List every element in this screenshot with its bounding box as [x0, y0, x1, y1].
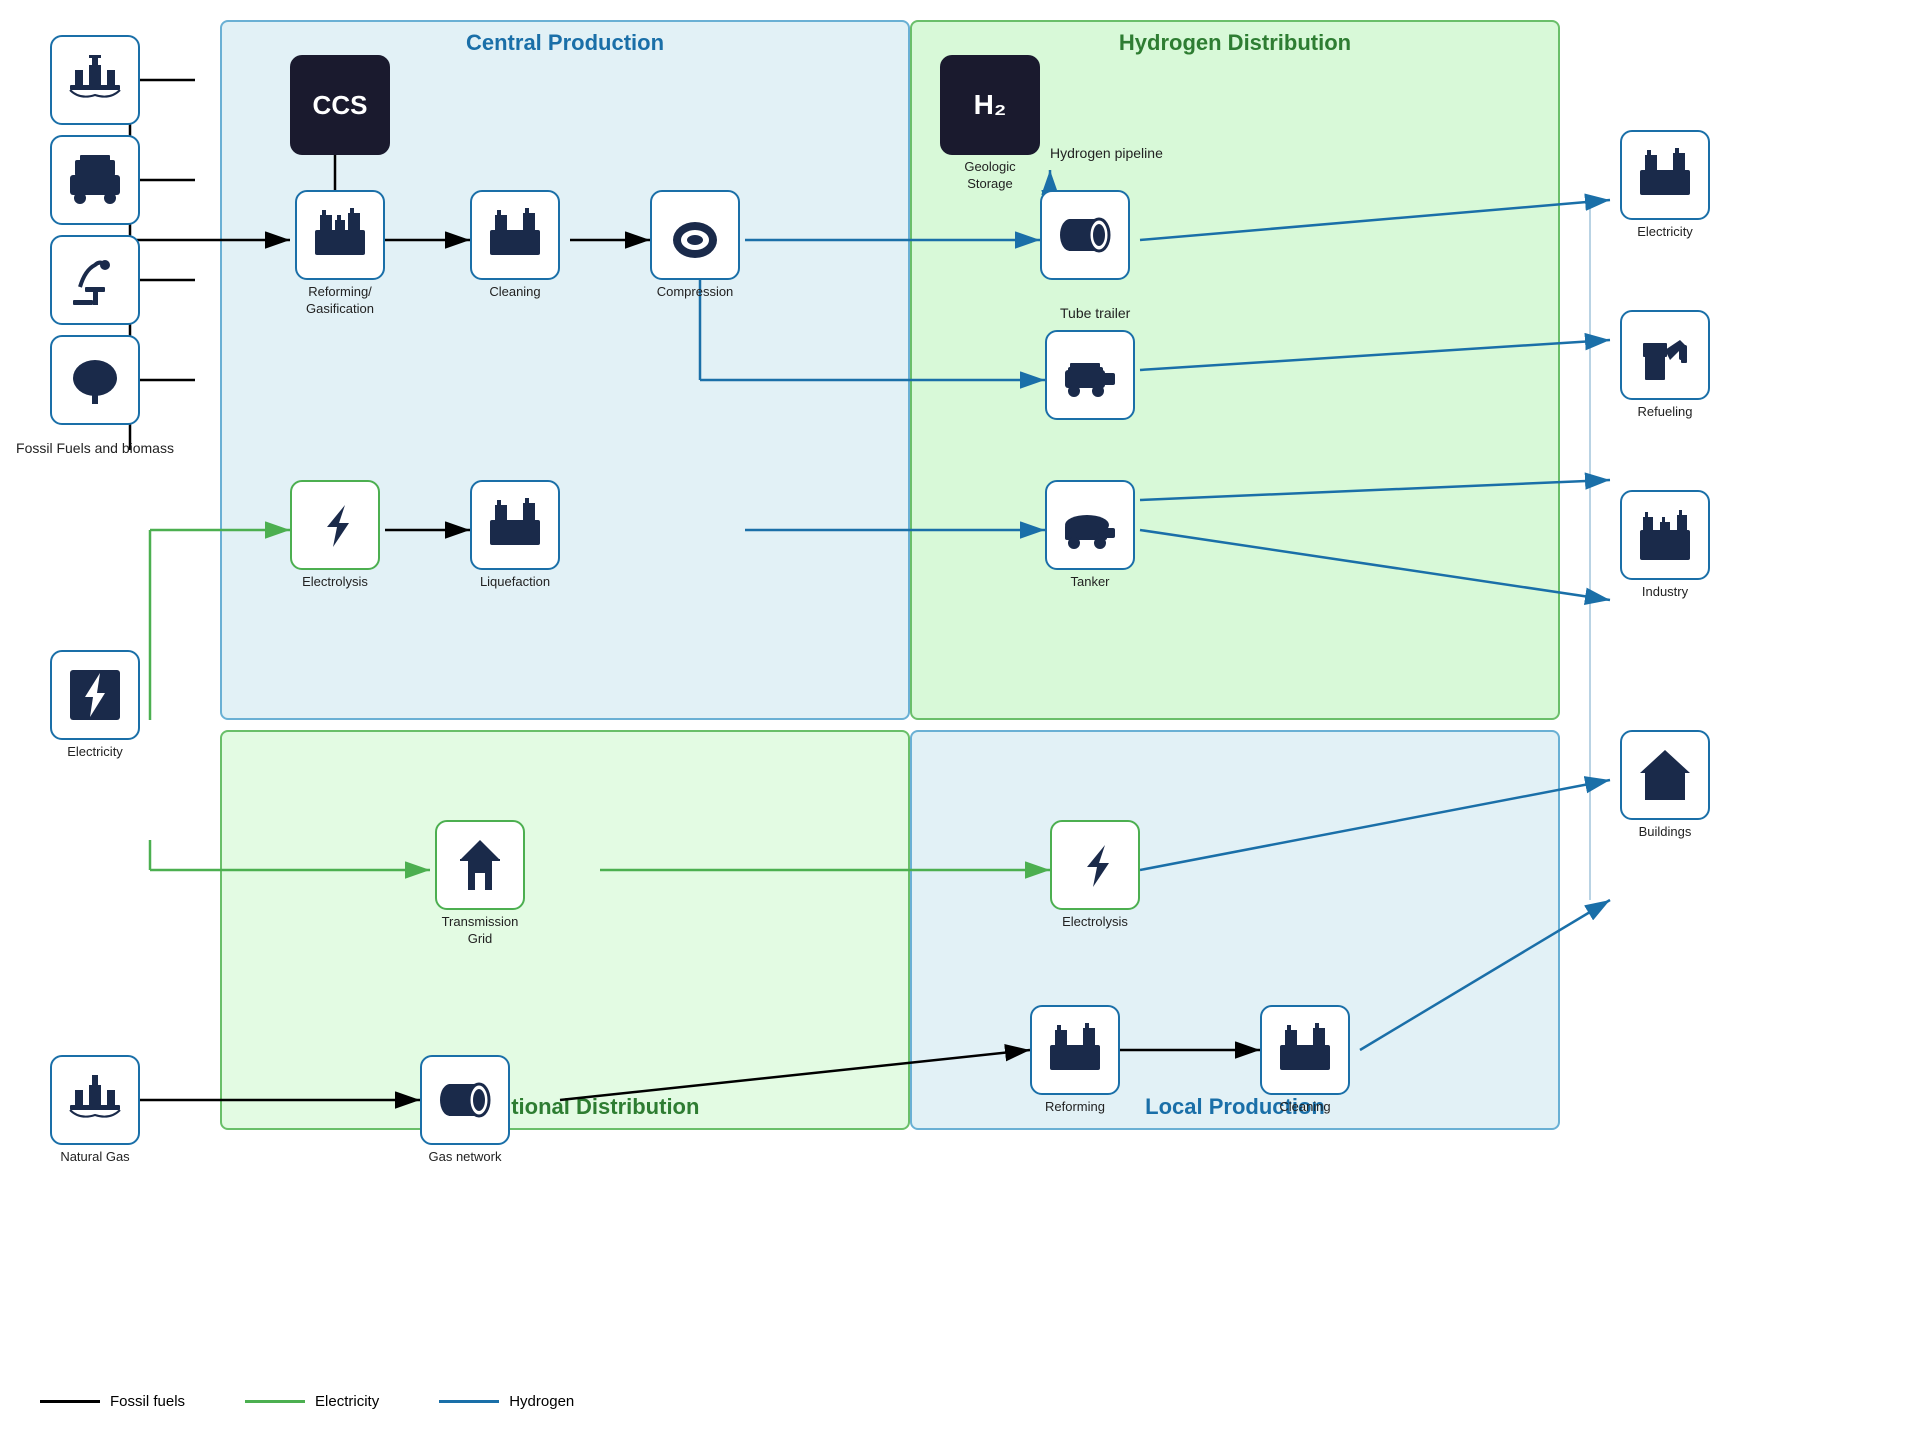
- offshore-box: [50, 35, 140, 125]
- legend-fossil-label: Fossil fuels: [110, 1393, 185, 1410]
- geologic-h2-text: H₂: [974, 89, 1007, 121]
- gas-network-node: Gas network: [420, 1055, 510, 1166]
- geologic-storage-box: H₂: [940, 55, 1040, 155]
- tanker-node: Tanker: [1045, 480, 1135, 591]
- region-local: Local Production: [910, 730, 1560, 1130]
- gas-network-box: [420, 1055, 510, 1145]
- dest-buildings-label: Buildings: [1639, 824, 1692, 841]
- geologic-storage-node: H₂ Geologic Storage: [940, 55, 1040, 193]
- liquefaction-node: Liquefaction: [470, 480, 560, 591]
- liquefaction-label: Liquefaction: [480, 574, 550, 591]
- natural-gas-node: Natural Gas: [50, 1055, 140, 1166]
- compression-node: Compression: [650, 190, 740, 301]
- compression-label: Compression: [657, 284, 734, 301]
- coal-node: [50, 135, 140, 225]
- biomass-box: [50, 335, 140, 425]
- legend-electricity: Electricity: [245, 1393, 379, 1410]
- electricity-source-label: Electricity: [67, 744, 123, 761]
- transmission-grid-box: [435, 820, 525, 910]
- legend-hydrogen: Hydrogen: [439, 1393, 574, 1410]
- cleaning-central-node: Cleaning: [470, 190, 560, 301]
- legend-fossil: Fossil fuels: [40, 1393, 185, 1410]
- dest-industry-node: Industry: [1620, 490, 1710, 601]
- tube-trailer-node: [1045, 330, 1135, 420]
- cleaning-central-label: Cleaning: [489, 284, 540, 301]
- reforming-local-label: Reforming: [1045, 1099, 1105, 1116]
- fossil-fuels-label: Fossil Fuels and biomass: [15, 440, 175, 456]
- electrolysis-central-label: Electrolysis: [302, 574, 368, 591]
- ccs-text: CCS: [313, 90, 368, 121]
- natural-gas-label: Natural Gas: [60, 1149, 129, 1166]
- region-conventional: Conventional Distribution: [220, 730, 910, 1130]
- legend-hydrogen-label: Hydrogen: [509, 1393, 574, 1410]
- electrolysis-local-box: [1050, 820, 1140, 910]
- reforming-local-box: [1030, 1005, 1120, 1095]
- pipeline-icon-box: [1040, 190, 1130, 280]
- liquefaction-box: [470, 480, 560, 570]
- cleaning-central-box: [470, 190, 560, 280]
- transmission-grid-node: Transmission Grid: [430, 820, 530, 948]
- gas-network-label: Gas network: [429, 1149, 502, 1166]
- legend-hydrogen-line: [439, 1400, 499, 1403]
- dest-electricity-node: Electricity: [1620, 130, 1710, 241]
- coal-box: [50, 135, 140, 225]
- ccs-node: CCS: [290, 55, 390, 155]
- legend: Fossil fuels Electricity Hydrogen: [40, 1393, 574, 1410]
- legend-electricity-line: [245, 1400, 305, 1403]
- electricity-source-box: [50, 650, 140, 740]
- legend-electricity-label: Electricity: [315, 1393, 379, 1410]
- dest-buildings-node: Buildings: [1620, 730, 1710, 841]
- pipeline-icon-node: [1040, 190, 1130, 280]
- oil-node: [50, 235, 140, 325]
- reforming-node: Reforming/ Gasification: [290, 190, 390, 318]
- natural-gas-box: [50, 1055, 140, 1145]
- reforming-box: [295, 190, 385, 280]
- tanker-box: [1045, 480, 1135, 570]
- tanker-label: Tanker: [1070, 574, 1109, 591]
- dest-industry-label: Industry: [1642, 584, 1688, 601]
- tube-trailer-box: [1045, 330, 1135, 420]
- oil-box: [50, 235, 140, 325]
- cleaning-local-box: [1260, 1005, 1350, 1095]
- central-production-label: Central Production: [466, 30, 664, 56]
- ccs-box: CCS: [290, 55, 390, 155]
- reforming-label: Reforming/ Gasification: [290, 284, 390, 318]
- h2-pipeline-label: Hydrogen pipeline: [1050, 145, 1163, 161]
- dest-industry-box: [1620, 490, 1710, 580]
- offshore-node: [50, 35, 140, 125]
- cleaning-local-label: Cleaning: [1279, 1099, 1330, 1116]
- tube-trailer-label-text: Tube trailer: [1060, 305, 1130, 321]
- electrolysis-local-node: Electrolysis: [1050, 820, 1140, 931]
- electrolysis-local-label: Electrolysis: [1062, 914, 1128, 931]
- dest-refueling-node: Refueling: [1620, 310, 1710, 421]
- legend-fossil-line: [40, 1400, 100, 1403]
- biomass-node: [50, 335, 140, 425]
- dest-electricity-label: Electricity: [1637, 224, 1693, 241]
- main-container: Central Production Hydrogen Distribution…: [0, 0, 1922, 1440]
- reforming-local-node: Reforming: [1030, 1005, 1120, 1116]
- hydrogen-distribution-label: Hydrogen Distribution: [1119, 30, 1351, 56]
- dest-refueling-box: [1620, 310, 1710, 400]
- dest-buildings-box: [1620, 730, 1710, 820]
- geologic-storage-label: Geologic Storage: [940, 159, 1040, 193]
- electrolysis-central-box: [290, 480, 380, 570]
- dest-electricity-box: [1620, 130, 1710, 220]
- electricity-source-node: Electricity: [50, 650, 140, 761]
- transmission-grid-label: Transmission Grid: [430, 914, 530, 948]
- dest-refueling-label: Refueling: [1638, 404, 1693, 421]
- compression-box: [650, 190, 740, 280]
- cleaning-local-node: Cleaning: [1260, 1005, 1350, 1116]
- electrolysis-central-node: Electrolysis: [290, 480, 380, 591]
